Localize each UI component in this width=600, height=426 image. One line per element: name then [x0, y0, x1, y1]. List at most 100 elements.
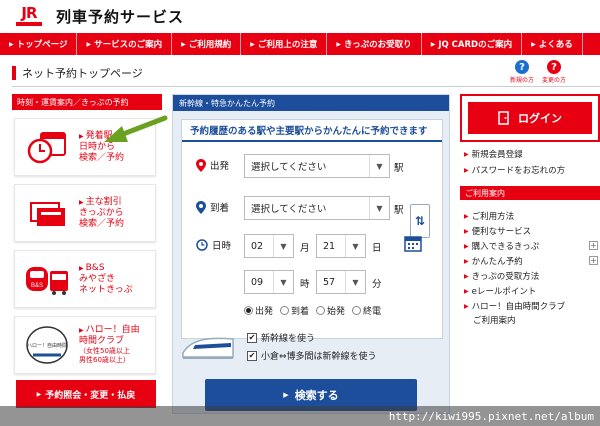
radio-arrive[interactable]: 到着: [280, 304, 309, 317]
triangle-icon: ▶: [36, 390, 42, 398]
right-column: ログイン ▶ 新規会員登録 ▶ パスワードをお忘れの方 ご利用案内 ▶ ご利用方法 ▶…: [458, 94, 600, 414]
triangle-icon: ▶: [79, 264, 84, 272]
nav-item-faq[interactable]: ▶ よくある: [522, 33, 583, 55]
nav-label: JQ CARDのご案内: [438, 40, 513, 50]
kokura-hakata-label: 小倉⇔博多間は新幹線を使う: [261, 352, 377, 362]
calendar-icon[interactable]: [404, 234, 422, 255]
card-discount-tickets[interactable]: ▶ 主な割引 きっぷから 検索／予約: [14, 184, 156, 242]
hour-select[interactable]: 09 ▼: [244, 270, 294, 294]
logo-underline: [16, 22, 42, 26]
guide-link-erail[interactable]: ▶ eレールポイント: [464, 285, 536, 297]
guide-link-usage[interactable]: ▶ ご利用方法: [464, 210, 514, 222]
kokura-hakata-checkbox[interactable]: ✔ 小倉⇔博多間は新幹線を使う: [247, 349, 377, 362]
arrive-station-value: 選択してください: [251, 204, 327, 215]
day-unit: 日: [372, 243, 382, 254]
checkmark-icon: ✔: [247, 332, 257, 343]
inquiry-change-refund-button[interactable]: ▶ 予約照会・変更・払戻: [16, 380, 156, 408]
depart-station-unit: 駅: [394, 163, 404, 174]
nav-item-services[interactable]: ▶ サービスのご案内: [77, 33, 173, 55]
login-button[interactable]: ログイン: [468, 102, 592, 134]
radio-label: 始発: [327, 307, 346, 317]
nav-label: よくある: [538, 40, 573, 50]
quick-reservation-heading: 新幹線・特急かんたん予約: [173, 95, 449, 111]
train-bus-icon: B&S: [25, 260, 69, 298]
depart-label-row: 出発: [196, 158, 229, 172]
triangle-icon: ▶: [464, 272, 469, 280]
jr-logo[interactable]: JR: [14, 6, 44, 26]
search-label: 検索する: [294, 389, 339, 402]
depart-label: 出発: [210, 161, 230, 172]
global-nav: ▶ トップページ ▶ サービスのご案内 ▶ ご利用規約 ▶ ご利用上の注意 ▶ きっぷのお…: [0, 33, 600, 55]
radio-label: 到着: [291, 307, 310, 317]
card-note: 男性60歳以上）: [79, 356, 130, 364]
minute-select[interactable]: 57 ▼: [316, 270, 366, 294]
shinkansen-train-icon: [182, 337, 234, 359]
title-divider: [12, 86, 600, 87]
card-line: ▶ 主な割引: [79, 196, 122, 207]
day-select[interactable]: 21 ▼: [316, 234, 366, 258]
month-select[interactable]: 02 ▼: [244, 234, 294, 258]
expand-icon[interactable]: +: [589, 241, 598, 250]
nav-label: きっぷのお受取り: [344, 40, 412, 50]
swap-stations-button[interactable]: ⇅: [410, 204, 430, 238]
radio-dot: [244, 306, 253, 315]
card-search-by-station[interactable]: ▶ 発着駅・ 日時から 検索／予約: [14, 118, 156, 176]
guide-link-hello-club[interactable]: ▶ ハロー！自由時間クラブ: [464, 300, 565, 312]
nav-label: ご利用規約: [188, 40, 232, 50]
map-pin-red-icon: [196, 158, 206, 172]
door-icon: [498, 111, 510, 125]
guide-link-tickets[interactable]: ▶ 購入できるきっぷ: [464, 240, 539, 252]
question-icon: ?: [515, 60, 529, 74]
help-new-label: 新規の方: [509, 77, 534, 84]
nav-item-pickup[interactable]: ▶ きっぷのお受取り: [327, 33, 422, 55]
radio-first-train[interactable]: 始発: [316, 304, 345, 317]
site-header: JR 列車予約サービス: [0, 0, 600, 32]
guide-link-quick[interactable]: ▶ かんたん予約: [464, 255, 523, 267]
radio-last-train[interactable]: 終電: [352, 304, 381, 317]
triangle-icon: ▶: [464, 302, 469, 310]
use-shinkansen-label: 新幹線を使う: [261, 334, 316, 344]
use-shinkansen-checkbox[interactable]: ✔ 新幹線を使う: [247, 331, 315, 344]
card-hello-jiyu-jikan[interactable]: ハロー！自由時間 ▶ ハロー！自由 時間クラブ （女性50歳以上 男性60歳以上）: [14, 316, 156, 374]
left-column: 時刻・運賃案内／きっぷの予約 ▶発着駅・ 日時から 検索／予約 ▶主な割引: [12, 94, 162, 414]
guide-link-services[interactable]: ▶ 便利なサービス: [464, 225, 531, 237]
nav-item-notes[interactable]: ▶ ご利用上の注意: [241, 33, 328, 55]
guide-link-hello-club-cont[interactable]: ご利用案内: [464, 314, 516, 326]
card-bs-miyazaki[interactable]: B&S ▶ B&S みやざき ネットきっぷ: [14, 250, 156, 308]
triangle-icon: ▶: [250, 40, 255, 48]
guide-link-pickup[interactable]: ▶ きっぷの受取方法: [464, 270, 539, 282]
chevron-down-icon: ▼: [369, 155, 389, 177]
triangle-icon: ▶: [86, 40, 92, 48]
triangle-icon: ▶: [464, 257, 469, 265]
card-line: ネットきっぷ: [79, 284, 133, 295]
card-line: ▶ 発着駅・: [79, 130, 122, 141]
quick-reservation-panel: 新幹線・特急かんたん予約 予約履歴のある駅や主要駅からかんたんに予約できます 出…: [172, 94, 450, 414]
depart-station-select[interactable]: 選択してください ▼: [244, 154, 390, 178]
arrive-station-select[interactable]: 選択してください ▼: [244, 196, 390, 220]
question-icon: ?: [547, 60, 561, 74]
forgot-password-link[interactable]: ▶ パスワードをお忘れの方: [464, 164, 565, 176]
triangle-icon: ▶: [79, 132, 84, 140]
nav-item-jqcard[interactable]: ▶ JQ CARDのご案内: [422, 33, 523, 55]
reservation-form: 予約履歴のある駅や主要駅からかんたんに予約できます 出発 選択してください ▼ …: [181, 119, 443, 339]
page-title: ネット予約トップページ: [22, 67, 143, 80]
radio-depart[interactable]: 出発: [244, 304, 273, 317]
triangle-icon: ▶: [336, 40, 342, 48]
time-type-radio-group: 出発 到着 始発 終電: [244, 304, 388, 317]
triangle-icon: ▶: [79, 198, 84, 206]
triangle-icon: ▶: [464, 212, 469, 220]
date-label: 日時: [212, 241, 232, 252]
card-line: 時間クラブ: [79, 336, 125, 346]
radio-label: 出発: [255, 307, 274, 317]
site-title: 列車予約サービス: [56, 7, 185, 26]
radio-label: 終電: [363, 307, 382, 317]
art-text: B&S: [31, 283, 43, 289]
nav-item-terms[interactable]: ▶ ご利用規約: [172, 33, 242, 55]
triangle-icon: ▶: [181, 40, 186, 48]
nav-label: トップページ: [16, 40, 68, 50]
nav-item-top[interactable]: ▶ トップページ: [0, 33, 78, 55]
expand-icon[interactable]: +: [589, 256, 598, 265]
help-change-button[interactable]: ? 変更の方: [536, 60, 572, 84]
register-link[interactable]: ▶ 新規会員登録: [464, 148, 523, 160]
help-new-button[interactable]: ? 新規の方: [504, 60, 540, 84]
